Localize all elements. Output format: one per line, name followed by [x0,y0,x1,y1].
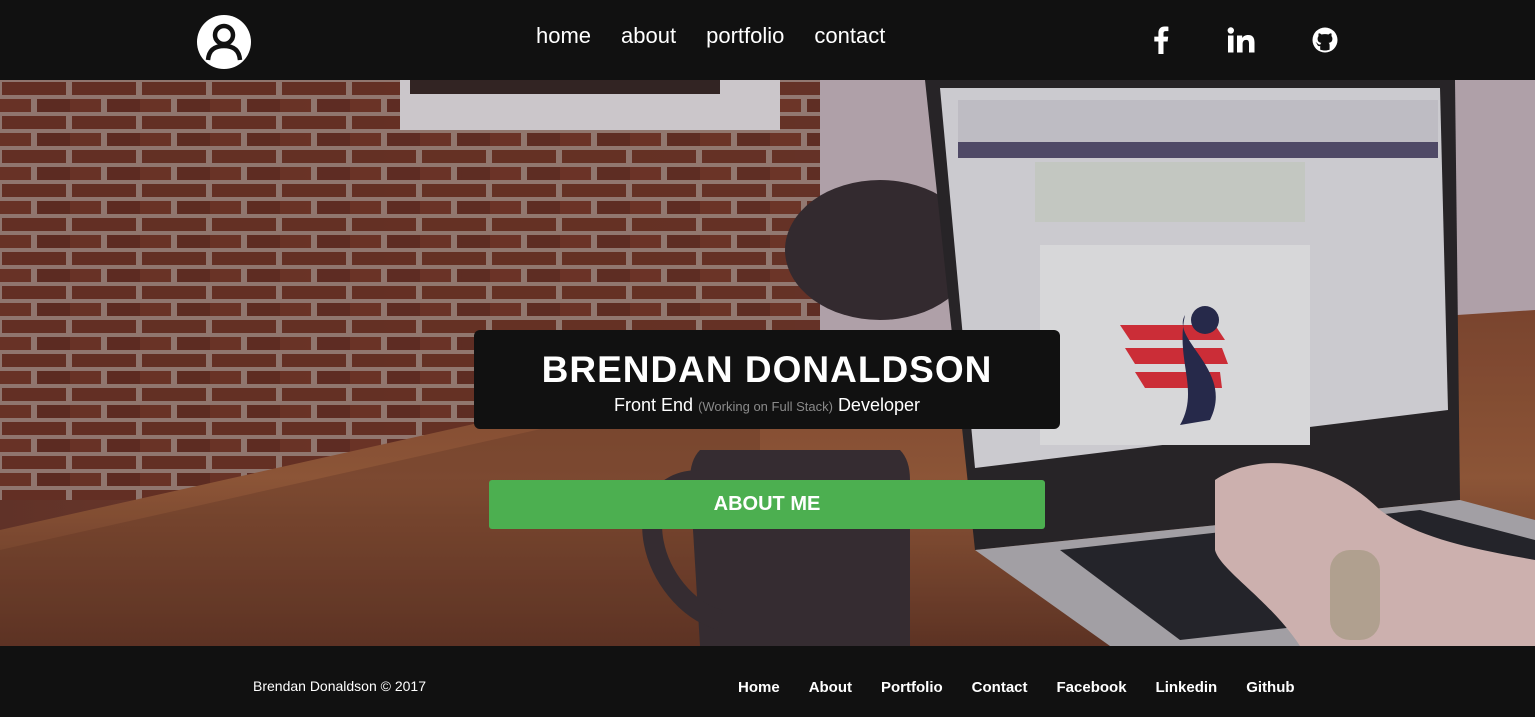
title-card: BRENDAN DONALDSON Front End (Working on … [474,330,1060,429]
copyright-text: Brendan Donaldson © 2017 [253,678,426,694]
facebook-icon[interactable] [1148,24,1174,56]
subtitle-note: (Working on Full Stack) [698,399,833,414]
footer-link-home[interactable]: Home [738,679,780,696]
user-avatar-icon[interactable] [196,14,252,70]
footer: Brendan Donaldson © 2017 Home About Port… [0,646,1535,717]
footer-link-facebook[interactable]: Facebook [1057,679,1127,696]
hero-section: BRENDAN DONALDSON Front End (Working on … [0,80,1535,646]
footer-link-linkedin[interactable]: Linkedin [1156,679,1218,696]
footer-link-contact[interactable]: Contact [972,679,1028,696]
nav-link-contact[interactable]: contact [814,22,885,50]
hero-name: BRENDAN DONALDSON [541,349,993,390]
subtitle-prefix: Front End [614,395,694,415]
main-nav: home about portfolio contact [536,22,915,50]
footer-nav: Home About Portfolio Contact Facebook Li… [738,679,1324,696]
linkedin-icon[interactable] [1224,24,1258,56]
github-icon[interactable] [1309,24,1341,56]
nav-link-about[interactable]: about [621,22,676,50]
footer-link-about[interactable]: About [809,679,852,696]
subtitle-suffix: Developer [837,395,920,415]
nav-link-home[interactable]: home [536,22,591,50]
top-navbar: home about portfolio contact [0,0,1535,80]
nav-link-portfolio[interactable]: portfolio [706,22,784,50]
footer-link-github[interactable]: Github [1246,679,1294,696]
about-me-button[interactable]: ABOUT ME [489,480,1045,529]
footer-link-portfolio[interactable]: Portfolio [881,679,943,696]
hero-subtitle: Front End (Working on Full Stack) Develo… [474,394,1060,418]
